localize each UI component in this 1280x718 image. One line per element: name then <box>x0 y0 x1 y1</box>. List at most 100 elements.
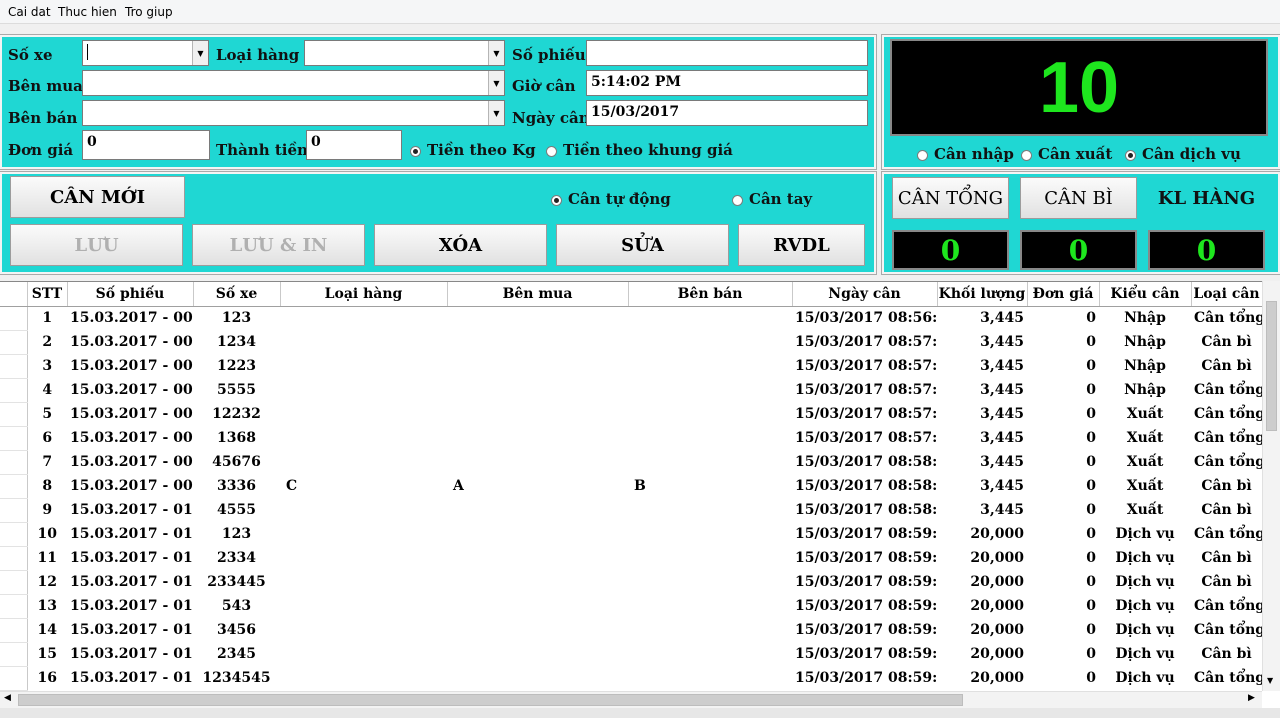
row-selector[interactable] <box>0 354 28 379</box>
table-row[interactable]: 16 15.03.2017 - 017 1234545 15/03/2017 08:5… <box>0 666 1262 691</box>
row-selector[interactable] <box>0 546 28 571</box>
row-selector[interactable] <box>0 426 28 451</box>
table-row[interactable]: 5 15.03.2017 - 006 12232 15/03/2017 08:57:4… <box>0 402 1262 427</box>
scroll-left-icon[interactable]: ◀ <box>4 693 11 703</box>
vertical-scrollbar[interactable]: ▼ <box>1262 281 1280 691</box>
cell-loai-hang <box>280 450 447 474</box>
chevron-down-icon[interactable]: ▼ <box>192 41 208 65</box>
header-don-gia[interactable]: Đơn giá <box>1027 282 1100 307</box>
can-bi-button[interactable]: CÂN BÌ <box>1020 177 1137 219</box>
so-xe-combo[interactable]: ▼ <box>82 40 209 66</box>
radio-can-tay[interactable]: Cân tay <box>732 190 812 208</box>
cell-so-xe: 4555 <box>217 502 256 518</box>
chevron-down-icon[interactable]: ▼ <box>488 101 504 125</box>
table-row[interactable]: 6 15.03.2017 - 007 1368 15/03/2017 08:57:59… <box>0 426 1262 451</box>
row-selector[interactable] <box>0 474 28 499</box>
ben-ban-combo[interactable]: ▼ <box>82 100 505 126</box>
table-row[interactable]: 3 15.03.2017 - 004 1223 15/03/2017 08:57:21… <box>0 354 1262 379</box>
menu-cai-dat[interactable]: Cai dat <box>8 5 51 19</box>
cell-loai-hang <box>280 522 447 546</box>
luu-in-button[interactable]: LƯU & IN <box>192 224 365 266</box>
can-moi-button[interactable]: CÂN MỚI <box>10 176 185 218</box>
table-row[interactable]: 15 15.03.2017 - 016 2345 15/03/2017 08:59:4… <box>0 642 1262 667</box>
horizontal-scrollbar[interactable]: ◀ ▶ <box>0 691 1262 708</box>
table-row[interactable]: 12 15.03.2017 - 013 233445 15/03/2017 08:59… <box>0 570 1262 595</box>
gio-can-label: Giờ cân <box>512 77 576 95</box>
ben-mua-combo[interactable]: ▼ <box>82 70 505 96</box>
scroll-down-icon[interactable]: ▼ <box>1267 676 1273 685</box>
cell-khoi-luong: 3,445 <box>980 430 1024 446</box>
cell-kieu-can: Nhập <box>1124 310 1166 327</box>
table-row[interactable]: 8 15.03.2017 - 009 3336 C A B 15/03/2017 08:58… <box>0 474 1262 499</box>
cell-stt: 8 <box>42 478 53 494</box>
radio-tien-theo-kg[interactable]: Tiền theo Kg <box>410 141 536 159</box>
table-row[interactable]: 4 15.03.2017 - 005 5555 15/03/2017 08:57:34… <box>0 378 1262 403</box>
header-loai-hang[interactable]: Loại hàng <box>280 282 448 307</box>
header-so-xe[interactable]: Số xe <box>193 282 281 307</box>
cell-loai-can: Cân tổng <box>1194 310 1262 327</box>
chevron-down-icon[interactable]: ▼ <box>488 71 504 95</box>
header-so-phieu[interactable]: Số phiếu <box>67 282 194 307</box>
menu-tro-giup[interactable]: Tro giup <box>125 5 173 19</box>
table-row[interactable]: 11 15.03.2017 - 012 2334 15/03/2017 08:59:1… <box>0 546 1262 571</box>
row-selector[interactable] <box>0 330 28 355</box>
header-stt[interactable]: STT <box>27 282 68 307</box>
chevron-down-icon[interactable]: ▼ <box>488 41 504 65</box>
rvdl-button[interactable]: RVDL <box>738 224 865 266</box>
header-kieu-can[interactable]: Kiểu cân <box>1099 282 1192 307</box>
gio-can-field[interactable]: 5:14:02 PM <box>586 70 868 96</box>
radio-can-tu-dong[interactable]: Cân tự động <box>551 190 671 208</box>
row-selector[interactable] <box>0 402 28 427</box>
cell-so-phieu: 15.03.2017 - 013 <box>70 574 193 590</box>
row-selector[interactable] <box>0 594 28 619</box>
table-row[interactable]: 1 15.03.2017 - 002 123 15/03/2017 08:56:54 3… <box>0 306 1262 331</box>
cell-so-phieu: 15.03.2017 - 014 <box>70 598 193 614</box>
row-selector[interactable] <box>0 378 28 403</box>
radio-tien-theo-khung-gia[interactable]: Tiền theo khung giá <box>546 141 733 159</box>
table-row[interactable]: 2 15.03.2017 - 003 1234 15/03/2017 08:57:10… <box>0 330 1262 355</box>
row-selector[interactable] <box>0 666 28 691</box>
header-khoi-luong[interactable]: Khối lượng <box>937 282 1028 307</box>
radio-can-nhap[interactable]: Cân nhập <box>917 145 1014 163</box>
radio-tien-khung-label: Tiền theo khung giá <box>563 141 733 159</box>
thanh-tien-field[interactable]: 0 <box>306 130 402 160</box>
row-selector[interactable] <box>0 618 28 643</box>
scroll-thumb[interactable] <box>1266 301 1277 431</box>
cell-ngay-can: 15/03/2017 08:59:28 <box>795 598 937 614</box>
can-tong-button[interactable]: CÂN TỔNG <box>892 177 1009 219</box>
table-row[interactable]: 9 15.03.2017 - 010 4555 15/03/2017 08:58:45… <box>0 498 1262 523</box>
luu-button[interactable]: LƯU <box>10 224 183 266</box>
cell-ngay-can: 15/03/2017 08:58:34 <box>795 478 937 494</box>
so-phieu-field[interactable] <box>586 40 868 66</box>
xoa-button[interactable]: XÓA <box>374 224 547 266</box>
loai-hang-combo[interactable]: ▼ <box>304 40 505 66</box>
header-ngay-can[interactable]: Ngày cân <box>792 282 938 307</box>
header-ben-mua[interactable]: Bên mua <box>447 282 629 307</box>
ben-mua-label: Bên mua <box>8 77 83 95</box>
menu-thuc-hien[interactable]: Thuc hien <box>58 5 117 19</box>
scroll-thumb-horizontal[interactable] <box>18 694 963 706</box>
table-row[interactable]: 10 15.03.2017 - 011 123 15/03/2017 08:59:02… <box>0 522 1262 547</box>
sua-button[interactable]: SỬA <box>556 224 729 266</box>
header-ben-ban[interactable]: Bên bán <box>628 282 793 307</box>
don-gia-field[interactable]: 0 <box>82 130 210 160</box>
table-row[interactable]: 14 15.03.2017 - 015 3456 15/03/2017 08:59:3… <box>0 618 1262 643</box>
row-selector[interactable] <box>0 498 28 523</box>
thanh-tien-label: Thành tiền <box>216 141 308 159</box>
header-loai-can[interactable]: Loại cân <box>1191 282 1263 307</box>
table-row[interactable]: 13 15.03.2017 - 014 543 15/03/2017 08:59:28… <box>0 594 1262 619</box>
row-selector[interactable] <box>0 450 28 475</box>
row-selector[interactable] <box>0 642 28 667</box>
row-selector[interactable] <box>0 522 28 547</box>
cell-stt: 10 <box>37 526 57 542</box>
cell-ben-mua <box>447 642 628 666</box>
radio-can-xuat[interactable]: Cân xuất <box>1021 145 1112 163</box>
table-row[interactable]: 7 15.03.2017 - 008 45676 15/03/2017 08:58:1… <box>0 450 1262 475</box>
scroll-right-icon[interactable]: ▶ <box>1248 693 1255 703</box>
radio-can-dich-vu[interactable]: Cân dịch vụ <box>1125 145 1241 163</box>
ngay-can-label: Ngày cân <box>512 109 590 127</box>
row-selector[interactable] <box>0 570 28 595</box>
cell-khoi-luong: 20,000 <box>970 526 1024 542</box>
row-selector[interactable] <box>0 306 28 331</box>
ngay-can-field[interactable]: 15/03/2017 <box>586 100 868 126</box>
